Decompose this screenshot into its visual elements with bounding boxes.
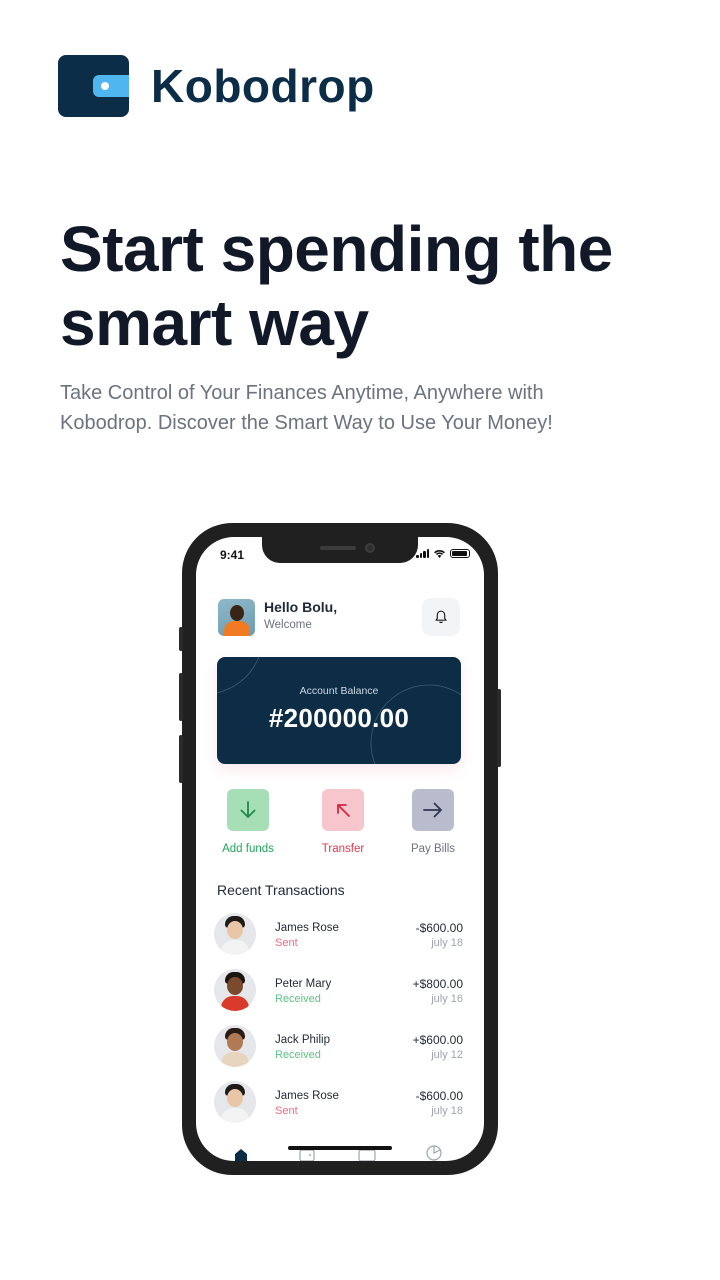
- pie-chart-icon[interactable]: [426, 1145, 442, 1161]
- transaction-row[interactable]: Peter Mary Received +$800.00 july 16: [214, 969, 468, 1015]
- transaction-date: july 18: [431, 937, 463, 949]
- avatar: [214, 969, 256, 1011]
- transaction-name: Peter Mary: [275, 978, 332, 990]
- transaction-amount: +$600.00: [412, 1033, 463, 1047]
- transfer-label: Transfer: [321, 843, 365, 855]
- balance-amount: #200000.00: [268, 703, 410, 733]
- notification-button[interactable]: [422, 598, 460, 636]
- welcome-text: Welcome: [264, 619, 312, 631]
- recent-transactions-title: Recent Transactions: [217, 882, 345, 898]
- transfer-button[interactable]: Transfer: [303, 789, 383, 855]
- add-funds-button[interactable]: Add funds: [208, 789, 288, 855]
- status-icons: [416, 549, 470, 558]
- battery-icon: [450, 549, 470, 558]
- balance-label: Account Balance: [299, 685, 379, 697]
- transaction-date: july 16: [431, 993, 463, 1005]
- pay-bills-button[interactable]: Pay Bills: [393, 789, 473, 855]
- avatar: [214, 1081, 256, 1123]
- transaction-amount: -$600.00: [415, 1089, 463, 1103]
- greeting-text: Hello Bolu,: [264, 599, 338, 615]
- avatar: [214, 913, 256, 955]
- arrow-down-icon: [240, 801, 256, 818]
- transaction-name: James Rose: [275, 1090, 339, 1102]
- home-icon[interactable]: [234, 1147, 248, 1161]
- signal-icon: [416, 549, 429, 558]
- transaction-row[interactable]: James Rose Sent -$600.00 july 18: [214, 913, 468, 959]
- transaction-amount: -$600.00: [415, 921, 463, 935]
- hero-title: Start spending the smart way: [60, 213, 613, 359]
- transaction-status: Sent: [275, 1105, 298, 1117]
- brand-header: Kobodrop: [58, 55, 375, 117]
- transaction-name: James Rose: [275, 922, 339, 934]
- transaction-date: july 18: [431, 1105, 463, 1117]
- avatar: [214, 1025, 256, 1067]
- hero-subtitle: Take Control of Your Finances Anytime, A…: [60, 382, 553, 434]
- transaction-row[interactable]: Jack Philip Received +$600.00 july 12: [214, 1025, 468, 1071]
- transaction-name: Jack Philip: [275, 1034, 330, 1046]
- brand-name: Kobodrop: [151, 60, 375, 112]
- arrow-right-icon: [423, 802, 442, 818]
- transaction-row[interactable]: James Rose Sent -$600.00 july 18: [214, 1081, 468, 1127]
- home-indicator: [288, 1146, 392, 1150]
- transaction-amount: +$800.00: [412, 977, 463, 991]
- avatar[interactable]: [218, 599, 255, 636]
- transaction-status: Received: [275, 993, 321, 1005]
- phone-mockup: 9:41 Hello Bolu, Welcome Account Balance…: [179, 523, 501, 1175]
- bell-icon: [435, 610, 447, 624]
- transaction-status: Sent: [275, 937, 298, 949]
- transaction-date: july 12: [431, 1049, 463, 1061]
- pay-bills-label: Pay Bills: [410, 843, 456, 855]
- balance-card[interactable]: Account Balance #200000.00: [217, 657, 461, 764]
- status-time: 9:41: [220, 548, 245, 562]
- wallet-logo-icon: [58, 55, 129, 117]
- transaction-status: Received: [275, 1049, 321, 1061]
- arrow-up-left-icon: [337, 804, 350, 817]
- phone-screen: 9:41 Hello Bolu, Welcome Account Balance…: [196, 537, 484, 1161]
- phone-notch: [262, 537, 418, 563]
- wifi-icon: [434, 550, 445, 558]
- add-funds-label: Add funds: [222, 843, 274, 855]
